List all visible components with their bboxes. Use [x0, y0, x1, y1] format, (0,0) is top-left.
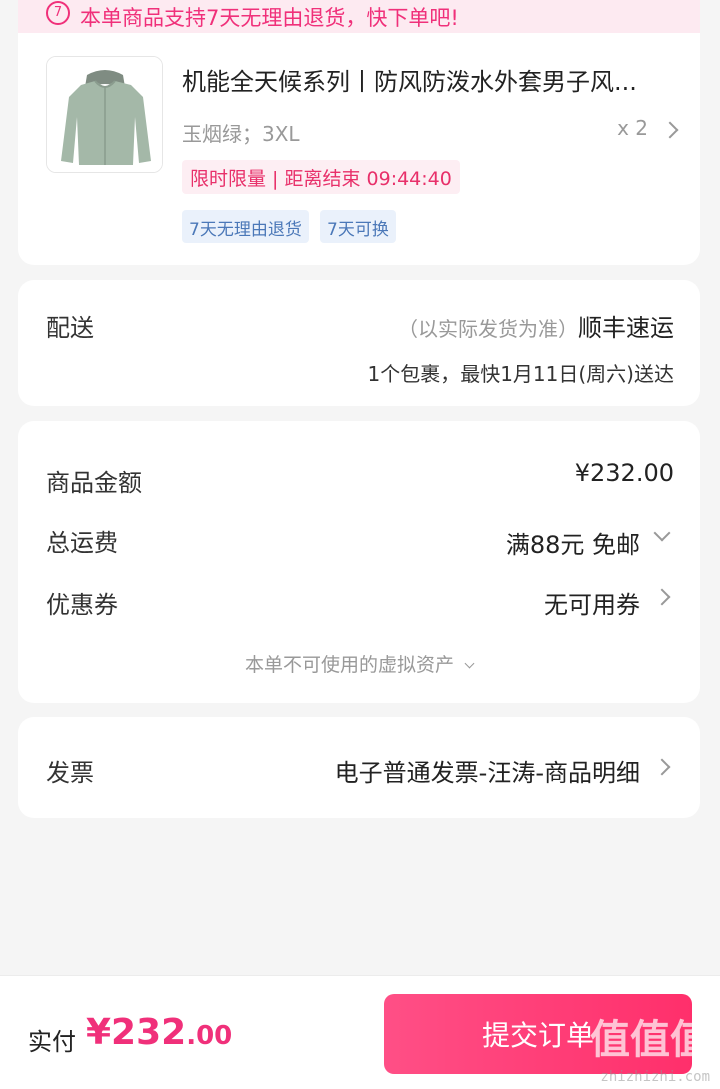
product-variant: 玉烟绿；3XL	[182, 122, 300, 146]
virtual-assets-toggle[interactable]: 本单不可使用的虚拟资产	[18, 650, 700, 677]
chevron-down-icon	[464, 658, 475, 669]
invoice-label: 发票	[46, 759, 94, 787]
coupon-value[interactable]: 无可用券	[544, 585, 640, 620]
virtual-assets-note: 本单不可使用的虚拟资产	[244, 654, 454, 676]
pay-amount-integer: ¥232	[86, 1012, 187, 1053]
tag-7day-return: 7天无理由退货	[182, 210, 309, 243]
delivery-card: 配送 （以实际发货为准）顺丰速运 1个包裹，最快1月11日(周六)送达	[18, 280, 700, 406]
goods-amount-label: 商品金额	[46, 469, 142, 497]
checkout-bar: 实付 ¥232.00 提交订单 值值值 zhizhizhi.com	[0, 975, 720, 1089]
chevron-right-icon[interactable]	[653, 588, 671, 606]
return-policy-banner: 7 本单商品支持7天无理由退货，快下单吧!	[18, 0, 700, 33]
delivery-carrier-row: （以实际发货为准）顺丰速运	[398, 308, 674, 343]
pay-amount: ¥232.00	[86, 1012, 232, 1053]
return-7-icon: 7	[46, 0, 70, 25]
shipping-label: 总运费	[46, 529, 118, 557]
shipping-value[interactable]: 满88元 免邮	[506, 525, 640, 560]
coupon-label: 优惠券	[46, 591, 118, 619]
limited-offer-badge: 限时限量 | 距离结束 09:44:40	[182, 160, 460, 194]
product-card: 机能全天候系列丨防风防泼水外套男子风... 玉烟绿；3XL x 2 限时限量 |…	[18, 20, 700, 265]
submit-order-label: 提交订单	[481, 1019, 594, 1052]
delivery-note: （以实际发货为准）	[398, 317, 578, 341]
product-image[interactable]	[46, 56, 163, 173]
cost-card: 商品金额 ¥232.00 总运费 满88元 免邮 优惠券 无可用券 本单不可使用…	[18, 421, 700, 703]
jacket-image	[47, 57, 162, 172]
pay-amount-decimal: .00	[186, 1021, 233, 1051]
product-title[interactable]: 机能全天候系列丨防风防泼水外套男子风...	[182, 62, 672, 97]
delivery-carrier: 顺丰速运	[578, 314, 674, 342]
chevron-down-icon[interactable]	[653, 524, 671, 542]
delivery-label: 配送	[46, 314, 94, 342]
product-quantity: x 2	[617, 116, 648, 140]
pay-label: 实付	[28, 1028, 76, 1056]
goods-amount-value: ¥232.00	[574, 459, 674, 487]
chevron-right-icon[interactable]	[653, 758, 671, 776]
watermark-url: zhizhizhi.com	[600, 1069, 710, 1085]
invoice-value[interactable]: 电子普通发票-汪涛-商品明细	[335, 753, 640, 788]
invoice-card[interactable]: 发票 电子普通发票-汪涛-商品明细	[18, 717, 700, 818]
watermark-logo: 值值值	[590, 1017, 710, 1063]
tag-7day-exchange: 7天可换	[320, 210, 396, 243]
banner-text: 本单商品支持7天无理由退货，快下单吧!	[80, 5, 459, 30]
chevron-right-icon[interactable]	[661, 121, 679, 139]
delivery-eta: 1个包裹，最快1月11日(周六)送达	[367, 362, 674, 386]
